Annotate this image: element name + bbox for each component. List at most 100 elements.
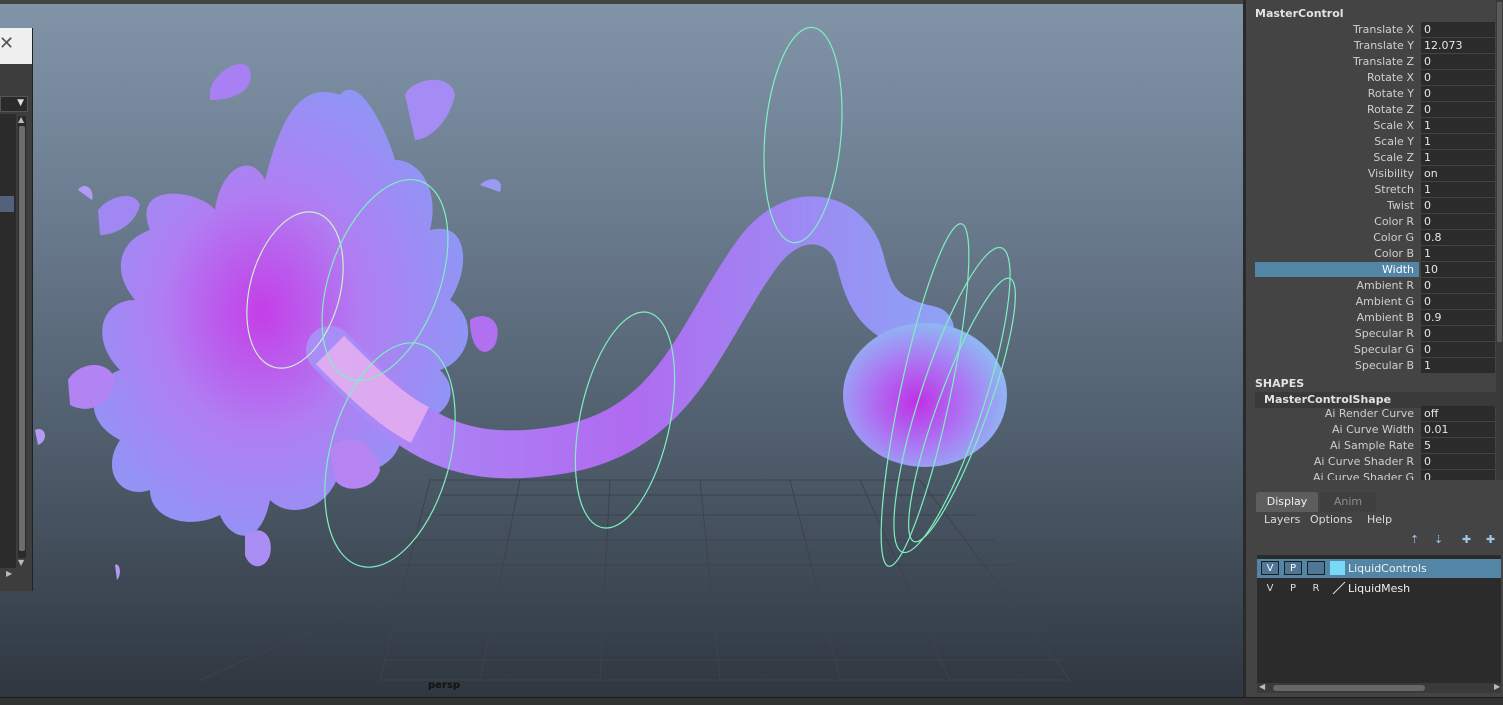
attribute-value-field[interactable]: 0 [1421,86,1495,101]
visibility-toggle[interactable]: V [1261,561,1279,575]
attribute-label[interactable]: Translate X [1353,23,1414,36]
list-selected-item[interactable] [0,196,14,212]
attribute-row[interactable]: Rotate Z 0 [1254,102,1503,118]
scroll-up-icon[interactable]: ▲ [18,115,24,124]
move-layer-down-icon[interactable]: ⇣ [1434,533,1443,546]
tab-display[interactable]: Display [1256,492,1318,512]
attribute-row[interactable]: Scale Y 1 [1254,134,1503,150]
shape-attribute-row[interactable]: Ai Curve Shader R 0 [1254,454,1503,470]
attribute-row[interactable]: Ambient R 0 [1254,278,1503,294]
attribute-row[interactable]: Twist 0 [1254,198,1503,214]
attribute-label[interactable]: Ambient B [1357,311,1414,324]
attribute-value-field[interactable]: 0.01 [1421,422,1495,437]
attribute-row[interactable]: Ambient B 0.9 [1254,310,1503,326]
layer-name[interactable]: LiquidMesh [1348,582,1410,595]
attribute-value-field[interactable]: 0.9 [1421,310,1495,325]
scroll-down-icon[interactable]: ▼ [18,558,24,567]
attribute-row[interactable]: Ambient G 0 [1254,294,1503,310]
attribute-value-field[interactable]: 1 [1421,150,1495,165]
scene-canvas[interactable] [0,0,1243,697]
attribute-label[interactable]: Ambient R [1357,279,1414,292]
floating-window[interactable]: ✕ ▼ ▲ ▼ ▶ [0,28,33,591]
attribute-row[interactable]: Scale X 1 [1254,118,1503,134]
playback-toggle[interactable]: P [1284,581,1302,595]
dropdown[interactable]: ▼ [0,96,28,112]
attribute-row[interactable]: Translate Y 12.073 [1254,38,1503,54]
attribute-value-field[interactable]: 0 [1421,54,1495,69]
attribute-label[interactable]: Twist [1387,199,1414,212]
attribute-row[interactable]: Specular B 1 [1254,358,1503,374]
reference-toggle[interactable] [1307,561,1325,575]
menu-options[interactable]: Options [1310,513,1352,526]
attribute-value-field[interactable]: 1 [1421,358,1495,373]
shape-attribute-row[interactable]: Ai Curve Shader G 0 [1254,470,1503,480]
attribute-value-field[interactable]: 0 [1421,342,1495,357]
scroll-right-icon[interactable]: ▶ [1494,682,1500,691]
list-area[interactable] [0,114,16,568]
attribute-value-field[interactable]: 0 [1421,102,1495,117]
attribute-row[interactable]: Translate X 0 [1254,22,1503,38]
attribute-label[interactable]: Stretch [1374,183,1414,196]
no-color-slash-icon[interactable] [1332,581,1346,595]
attribute-label[interactable]: Rotate Y [1368,87,1414,100]
scroll-right-icon[interactable]: ▶ [6,569,12,578]
layer-row-liquidmesh[interactable]: V P R LiquidMesh [1257,579,1501,598]
reference-toggle[interactable]: R [1307,581,1325,595]
attribute-value-field[interactable]: 0 [1421,70,1495,85]
attribute-value-field[interactable]: 5 [1421,438,1495,453]
attribute-label[interactable]: Rotate Z [1367,103,1414,116]
attribute-row[interactable]: Specular R 0 [1254,326,1503,342]
visibility-toggle[interactable]: V [1261,581,1279,595]
attribute-row[interactable]: Color G 0.8 [1254,230,1503,246]
attribute-value-field[interactable]: 0 [1421,470,1495,480]
attribute-label[interactable]: Scale Y [1374,135,1414,148]
attribute-label[interactable]: Ai Curve Shader G [1313,471,1414,480]
attribute-value-field[interactable]: 12.073 [1421,38,1495,53]
shape-attribute-row[interactable]: Ai Sample Rate 5 [1254,438,1503,454]
channel-box-scrollbar-thumb[interactable] [1497,2,1502,342]
perspective-viewport[interactable]: persp ✕ ▼ ▲ ▼ ▶ [0,0,1243,697]
attribute-label[interactable]: Ai Curve Shader R [1314,455,1414,468]
attribute-label[interactable]: Rotate X [1367,71,1414,84]
scrollbar-thumb[interactable] [19,126,25,551]
attribute-value-field[interactable]: 0.8 [1421,230,1495,245]
attribute-label[interactable]: Ai Curve Width [1332,423,1414,436]
layer-list-hscrollbar[interactable] [1257,683,1501,693]
attribute-value-field[interactable]: 0 [1421,22,1495,37]
new-layer-selected-icon[interactable]: ✚ [1486,533,1495,546]
attribute-row[interactable]: Width 10 [1254,262,1503,278]
attribute-value-field[interactable]: 10 [1421,262,1495,277]
close-icon[interactable]: ✕ [0,35,14,53]
attribute-label[interactable]: Scale X [1373,119,1414,132]
move-layer-up-icon[interactable]: ⇡ [1410,533,1419,546]
attribute-value-field[interactable]: 0 [1421,198,1495,213]
attribute-label[interactable]: Translate Y [1354,39,1414,52]
attribute-value-field[interactable]: 1 [1421,118,1495,133]
attribute-value-field[interactable]: 0 [1421,278,1495,293]
attribute-value-field[interactable]: 0 [1421,294,1495,309]
attribute-label[interactable]: Color R [1374,215,1414,228]
tab-anim[interactable]: Anim [1320,492,1376,512]
attribute-row[interactable]: Rotate Y 0 [1254,86,1503,102]
attribute-value-field[interactable]: 1 [1421,182,1495,197]
attribute-label[interactable]: Scale Z [1373,151,1414,164]
attribute-row[interactable]: Rotate X 0 [1254,70,1503,86]
attribute-label[interactable]: Width [1382,263,1414,276]
layer-row-liquidcontrols[interactable]: V P LiquidControls [1257,559,1501,578]
attribute-value-field[interactable]: 1 [1421,134,1495,149]
channel-box[interactable]: MasterControl Translate X 0 Translate Y 12.… [1254,0,1503,480]
attribute-label[interactable]: Ai Render Curve [1325,407,1414,420]
attribute-label[interactable]: Visibility [1368,167,1414,180]
attribute-label[interactable]: Specular R [1355,327,1414,340]
attribute-label[interactable]: Ambient G [1356,295,1414,308]
attribute-value-field[interactable]: 1 [1421,246,1495,261]
attribute-value-field[interactable]: off [1421,406,1495,421]
attribute-value-field[interactable]: 0 [1421,454,1495,469]
playback-toggle[interactable]: P [1284,561,1302,575]
attribute-label[interactable]: Specular B [1355,359,1414,372]
layer-name[interactable]: LiquidControls [1348,562,1427,575]
attribute-label[interactable]: Translate Z [1353,55,1414,68]
attribute-value-field[interactable]: 0 [1421,214,1495,229]
attribute-row[interactable]: Color R 0 [1254,214,1503,230]
attribute-value-field[interactable]: 0 [1421,326,1495,341]
